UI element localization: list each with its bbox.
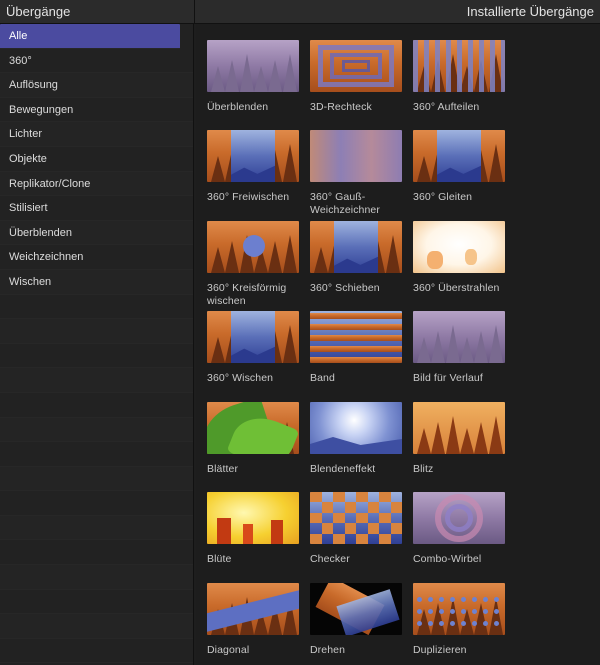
transition-label: 360° Kreisförmig wischen [207,282,287,307]
transition-tile-360-freiwischen[interactable]: 360° Freiwischen [207,130,299,204]
transition-tile-combo-wirbel[interactable]: Combo-Wirbel [413,492,505,566]
transition-label: Blitz [413,463,434,475]
transition-tile-bild-fuer-verlauf[interactable]: Bild für Verlauf [413,311,505,385]
sidebar-empty-row [0,565,193,590]
transition-tile-drehen[interactable]: Drehen [310,583,402,657]
sidebar-empty-row [0,491,193,516]
transition-thumbnail[interactable] [413,402,505,454]
transition-tile-360-gauss-weichzeichner[interactable]: 360° Gauß-Weichzeichner [310,130,402,217]
sidebar-item-weichzeichnen[interactable]: Weichzeichnen [0,245,193,270]
transition-label: 360° Wischen [207,372,274,384]
sidebar-empty-row [0,540,193,566]
transition-thumbnail[interactable] [310,311,402,363]
transition-thumbnail[interactable] [207,402,299,454]
category-sidebar: Alle 360° Auflösung Bewegungen Lichter O… [0,24,194,665]
transition-tile-band[interactable]: Band [310,311,402,385]
transition-tile-duplizieren[interactable]: Duplizieren [413,583,505,657]
transition-tile-diagonal[interactable]: Diagonal [207,583,299,657]
transition-tile-360-aufteilen[interactable]: 360° Aufteilen [413,40,505,114]
transition-label: 3D-Rechteck [310,101,372,113]
transition-tile-blendeneffekt[interactable]: Blendeneffekt [310,402,402,476]
sidebar-empty-row [0,590,193,615]
transition-label: Duplizieren [413,644,467,656]
transition-tile-360-gleiten[interactable]: 360° Gleiten [413,130,505,204]
transition-tile-360-ueberstrahlen[interactable]: 360° Überstrahlen [413,221,505,295]
transition-thumbnail[interactable] [207,311,299,363]
transition-label: Blüte [207,553,232,565]
transition-thumbnail[interactable] [310,40,402,92]
sidebar-item-replikator[interactable]: Replikator/Clone [0,171,193,197]
sidebar-empty-row [0,319,193,344]
transition-thumbnail[interactable] [310,583,402,635]
transition-label: Drehen [310,644,346,656]
sidebar-item-wischen[interactable]: Wischen [0,269,193,295]
sidebar-empty-row [0,466,193,492]
transition-label: 360° Aufteilen [413,101,480,113]
transition-thumbnail[interactable] [207,221,299,273]
title-bar: Übergänge Installierte Übergänge [0,0,600,24]
transition-thumbnail[interactable] [413,583,505,635]
header-divider [194,0,195,24]
transition-thumbnail[interactable] [310,402,402,454]
sidebar-item-ueberblenden[interactable]: Überblenden [0,220,193,246]
transition-label: Checker [310,553,350,565]
transition-label: 360° Gleiten [413,191,473,203]
sidebar-empty-row [0,368,193,393]
transition-label: Diagonal [207,644,250,656]
transition-label: Überblenden [207,101,269,113]
sidebar-empty-row [0,442,193,467]
transition-label: Blendeneffekt [310,463,376,475]
sidebar-item-stilisiert[interactable]: Stilisiert [0,196,193,221]
transition-tile-blaetter[interactable]: Blätter [207,402,299,476]
transition-tile-360-schieben[interactable]: 360° Schieben [310,221,402,295]
transition-thumbnail[interactable] [413,221,505,273]
transition-thumbnail[interactable] [310,130,402,182]
sidebar-item-alle[interactable]: Alle [0,24,180,49]
transition-tile-ueberblenden[interactable]: Überblenden [207,40,299,114]
transition-label: 360° Freiwischen [207,191,290,203]
sidebar-empty-row [0,417,193,443]
transition-label: Band [310,372,335,384]
browser-title: Installierte Übergänge [466,4,594,19]
sidebar-item-objekte[interactable]: Objekte [0,147,193,172]
transition-tile-checker[interactable]: Checker [310,492,402,566]
sidebar-empty-row [0,515,193,541]
transition-thumbnail[interactable] [413,311,505,363]
transition-tile-blitz[interactable]: Blitz [413,402,505,476]
transition-tile-bluete[interactable]: Blüte [207,492,299,566]
transition-thumbnail[interactable] [310,221,402,273]
sidebar-empty-row [0,344,193,369]
panel-title: Übergänge [6,4,71,19]
sidebar-item-bewegungen[interactable]: Bewegungen [0,98,193,123]
transition-thumbnail[interactable] [207,40,299,92]
transition-label: Blätter [207,463,239,475]
transition-tile-3d-rechteck[interactable]: 3D-Rechteck [310,40,402,114]
transition-thumbnail[interactable] [207,492,299,544]
sidebar-item-360[interactable]: 360° [0,49,193,74]
transition-label: Bild für Verlauf [413,372,483,384]
transition-thumbnail[interactable] [310,492,402,544]
transition-label: 360° Gauß-Weichzeichner [310,191,380,216]
transition-thumbnail[interactable] [207,130,299,182]
sidebar-item-aufloesung[interactable]: Auflösung [0,73,193,98]
transition-tile-360-kreisfoermig-wischen[interactable]: 360° Kreisförmig wischen [207,221,299,308]
transition-browser: Überblenden 3D-Rechteck 360° Aufteilen 360°… [196,24,600,665]
transition-thumbnail[interactable] [413,130,505,182]
transition-label: Combo-Wirbel [413,553,482,565]
sidebar-item-lichter[interactable]: Lichter [0,122,193,147]
sidebar-empty-row [0,295,193,320]
transition-label: 360° Schieben [310,282,380,294]
transition-thumbnail[interactable] [413,40,505,92]
transition-label: 360° Überstrahlen [413,282,500,294]
sidebar-empty-row [0,614,193,639]
transition-thumbnail[interactable] [413,492,505,544]
sidebar-empty-row [0,639,193,664]
sidebar-empty-row [0,393,193,418]
transition-tile-360-wischen[interactable]: 360° Wischen [207,311,299,385]
transition-thumbnail[interactable] [207,583,299,635]
